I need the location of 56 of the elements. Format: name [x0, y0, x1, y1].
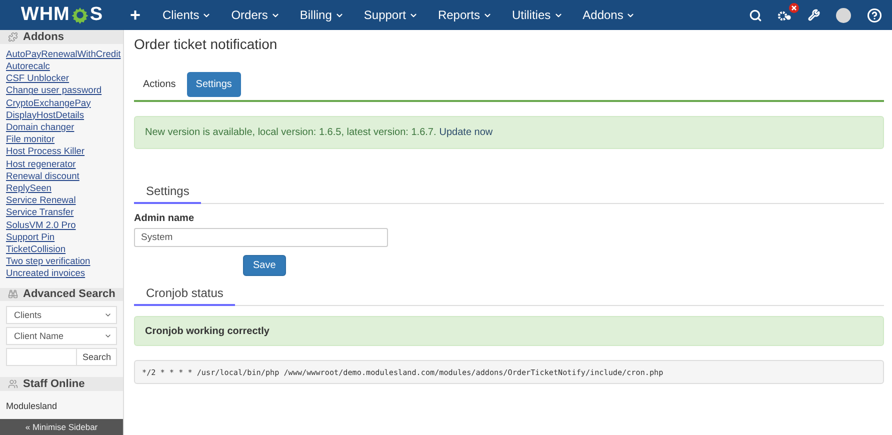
nav-menu[interactable]: Reports	[428, 8, 502, 22]
save-button[interactable]: Save	[243, 255, 286, 276]
binoculars-icon	[8, 289, 18, 300]
tab[interactable]: Settings	[186, 72, 241, 97]
search-icon[interactable]	[749, 8, 762, 22]
page-title: Order ticket notification	[134, 36, 278, 52]
tab[interactable]: Actions	[134, 72, 185, 97]
addon-link[interactable]: Autorecalc	[6, 60, 117, 72]
addon-link[interactable]: Renewal discount	[6, 170, 117, 182]
addon-link[interactable]: Host regenerator	[6, 158, 117, 170]
puzzle-icon	[8, 32, 18, 42]
section-heading: Cronjob status	[134, 283, 236, 306]
gear-icon	[70, 6, 89, 24]
nav-menu[interactable]: Orders	[221, 8, 290, 22]
type-select[interactable]: Clients	[6, 306, 117, 324]
update-link[interactable]: Update now	[439, 127, 493, 138]
addon-link[interactable]: DisplayHostDetails	[6, 108, 117, 121]
avatar-icon[interactable]	[836, 8, 851, 22]
nav-menu[interactable]: Clients	[152, 8, 222, 22]
help-icon[interactable]	[867, 8, 882, 22]
nav-menu[interactable]: Billing	[290, 8, 354, 22]
addon-link[interactable]: File monitor	[6, 133, 117, 146]
addon-link[interactable]: Uncreated invoices	[6, 267, 117, 280]
staff-name: Modulesland	[5, 400, 58, 414]
users-icon	[8, 379, 18, 390]
addon-link[interactable]: CSF Unblocker	[6, 72, 117, 84]
addon-link[interactable]: Domain changer	[6, 120, 117, 134]
logo[interactable]: WHM S	[0, 4, 124, 26]
field-select[interactable]: Client Name	[6, 327, 117, 346]
addon-link[interactable]: Host Process Killer	[6, 145, 117, 158]
addon-link[interactable]: Service Renewal	[6, 194, 117, 206]
search-button[interactable]: Search	[77, 348, 117, 366]
add-button[interactable]: +	[130, 4, 141, 26]
addon-link[interactable]: Two step verification	[6, 255, 117, 268]
addon-link[interactable]: Change user password	[6, 84, 117, 97]
section-heading: Settings	[134, 181, 202, 204]
wrench-icon[interactable]	[808, 9, 820, 21]
addon-link[interactable]: TicketCollision	[6, 242, 117, 256]
addon-link[interactable]: Service Transfer	[6, 206, 117, 219]
status-text: Cronjob working correctly	[145, 326, 270, 336]
addon-link[interactable]: ReplySeen	[6, 182, 117, 194]
field-label: Admin name	[134, 213, 196, 224]
sidebar-title: Advanced Search	[23, 288, 116, 300]
search-field[interactable]	[6, 348, 78, 366]
sidebar-title: Staff Online	[23, 378, 85, 390]
sidebar-title: Addons	[23, 30, 64, 43]
minimise-sidebar-button[interactable]: « Minimise Sidebar	[0, 419, 123, 435]
nav-menu[interactable]: Addons	[572, 8, 646, 22]
addon-link[interactable]: CryptoExchangePay	[6, 96, 117, 109]
addon-link[interactable]: Support Pin	[6, 230, 117, 243]
alert-text: New version is available, local version: 1.6.5, latest version: 1.6.7.	[145, 127, 436, 138]
nav-menu[interactable]: Utilities	[502, 8, 573, 22]
admin-name-field[interactable]: System	[134, 228, 388, 247]
addon-link[interactable]: SolusVM 2.0 Pro	[6, 218, 117, 231]
gears-icon[interactable]	[778, 9, 792, 21]
nav-menu[interactable]: Support	[354, 8, 428, 22]
